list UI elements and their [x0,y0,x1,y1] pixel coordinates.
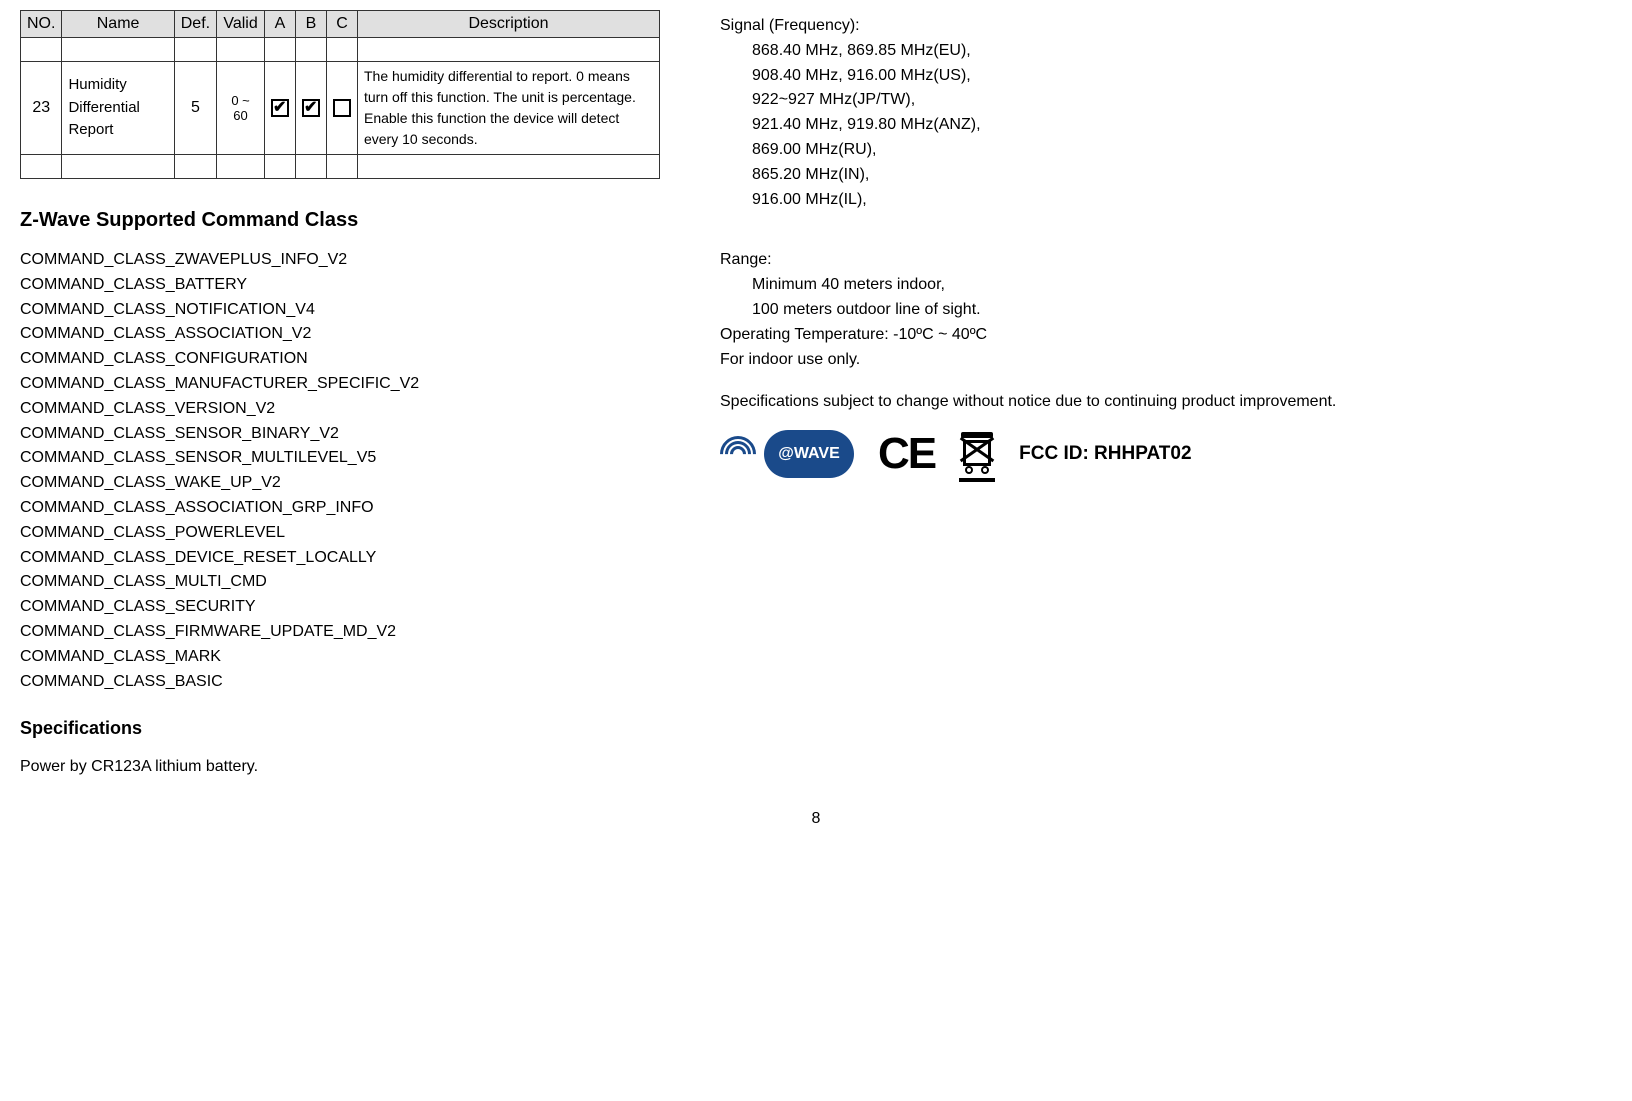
signal-line: 869.00 MHz(RU), [752,138,1610,163]
header-def: Def. [174,11,216,38]
zwave-bubble: @WAVE [764,430,854,478]
ce-mark-icon: CE [878,429,935,479]
specifications-heading: Specifications [20,718,660,739]
header-c: C [326,11,357,38]
cell-name: Humidity Differential Report [62,62,174,155]
table-row-empty [21,155,660,179]
command-class-item: COMMAND_CLASS_SENSOR_MULTILEVEL_V5 [20,446,660,471]
operating-temp: Operating Temperature: -10ºC ~ 40ºC [720,323,1610,348]
cell-valid: 0 ~ 60 [217,62,265,155]
command-class-item: COMMAND_CLASS_ASSOCIATION_GRP_INFO [20,496,660,521]
fcc-id: FCC ID: RHHPAT02 [1019,443,1191,465]
signal-line: 916.00 MHz(IL), [752,188,1610,213]
command-class-item: COMMAND_CLASS_BASIC [20,670,660,695]
disclaimer: Specifications subject to change without… [720,390,1610,415]
cell-no: 23 [21,62,62,155]
indoor-use: For indoor use only. [720,348,1610,373]
parameter-table: NO. Name Def. Valid A B C Description 23… [20,10,660,179]
checkbox-b-icon [302,99,320,117]
cell-c [326,62,357,155]
header-b: B [295,11,326,38]
command-class-item: COMMAND_CLASS_ZWAVEPLUS_INFO_V2 [20,248,660,273]
zwave-heading: Z-Wave Supported Command Class [20,209,660,232]
command-class-item: COMMAND_CLASS_FIRMWARE_UPDATE_MD_V2 [20,620,660,645]
header-description: Description [357,11,659,38]
cell-b [295,62,326,155]
weee-icon [959,430,995,478]
page-number: 8 [20,810,1612,828]
zwave-logo-icon: @WAVE [720,430,854,478]
range-label: Range: [720,248,1610,273]
certification-row: @WAVE CE FCC ID: RHHPAT02 [720,429,1610,479]
signal-line: 922~927 MHz(JP/TW), [752,88,1610,113]
signal-line: 868.40 MHz, 869.85 MHz(EU), [752,39,1610,64]
signal-line: 908.40 MHz, 916.00 MHz(US), [752,64,1610,89]
header-name: Name [62,11,174,38]
command-class-item: COMMAND_CLASS_ASSOCIATION_V2 [20,322,660,347]
command-class-item: COMMAND_CLASS_MANUFACTURER_SPECIFIC_V2 [20,372,660,397]
range-line: 100 meters outdoor line of sight. [752,298,1610,323]
command-class-item: COMMAND_CLASS_MULTI_CMD [20,570,660,595]
command-class-item: COMMAND_CLASS_SECURITY [20,595,660,620]
command-class-item: COMMAND_CLASS_BATTERY [20,273,660,298]
cell-def: 5 [174,62,216,155]
cell-a [264,62,295,155]
signal-line: 865.20 MHz(IN), [752,163,1610,188]
table-row-empty [21,38,660,62]
range-lines: Minimum 40 meters indoor,100 meters outd… [720,273,1610,323]
command-class-item: COMMAND_CLASS_CONFIGURATION [20,347,660,372]
command-class-item: COMMAND_CLASS_VERSION_V2 [20,397,660,422]
command-class-item: COMMAND_CLASS_MARK [20,645,660,670]
header-no: NO. [21,11,62,38]
range-line: Minimum 40 meters indoor, [752,273,1610,298]
checkbox-a-icon [271,99,289,117]
header-valid: Valid [217,11,265,38]
signal-line: 921.40 MHz, 919.80 MHz(ANZ), [752,113,1610,138]
header-a: A [264,11,295,38]
command-class-item: COMMAND_CLASS_SENSOR_BINARY_V2 [20,422,660,447]
command-class-item: COMMAND_CLASS_DEVICE_RESET_LOCALLY [20,546,660,571]
signal-lines: 868.40 MHz, 869.85 MHz(EU),908.40 MHz, 9… [720,39,1610,213]
command-class-list: COMMAND_CLASS_ZWAVEPLUS_INFO_V2COMMAND_C… [20,248,660,694]
cell-description: The humidity differential to report. 0 m… [357,62,659,155]
table-row: 23 Humidity Differential Report 5 0 ~ 60… [21,62,660,155]
power-spec: Power by CR123A lithium battery. [20,755,660,780]
command-class-item: COMMAND_CLASS_NOTIFICATION_V4 [20,298,660,323]
command-class-item: COMMAND_CLASS_WAKE_UP_V2 [20,471,660,496]
checkbox-c-icon [333,99,351,117]
signal-label: Signal (Frequency): [720,14,1610,39]
command-class-item: COMMAND_CLASS_POWERLEVEL [20,521,660,546]
